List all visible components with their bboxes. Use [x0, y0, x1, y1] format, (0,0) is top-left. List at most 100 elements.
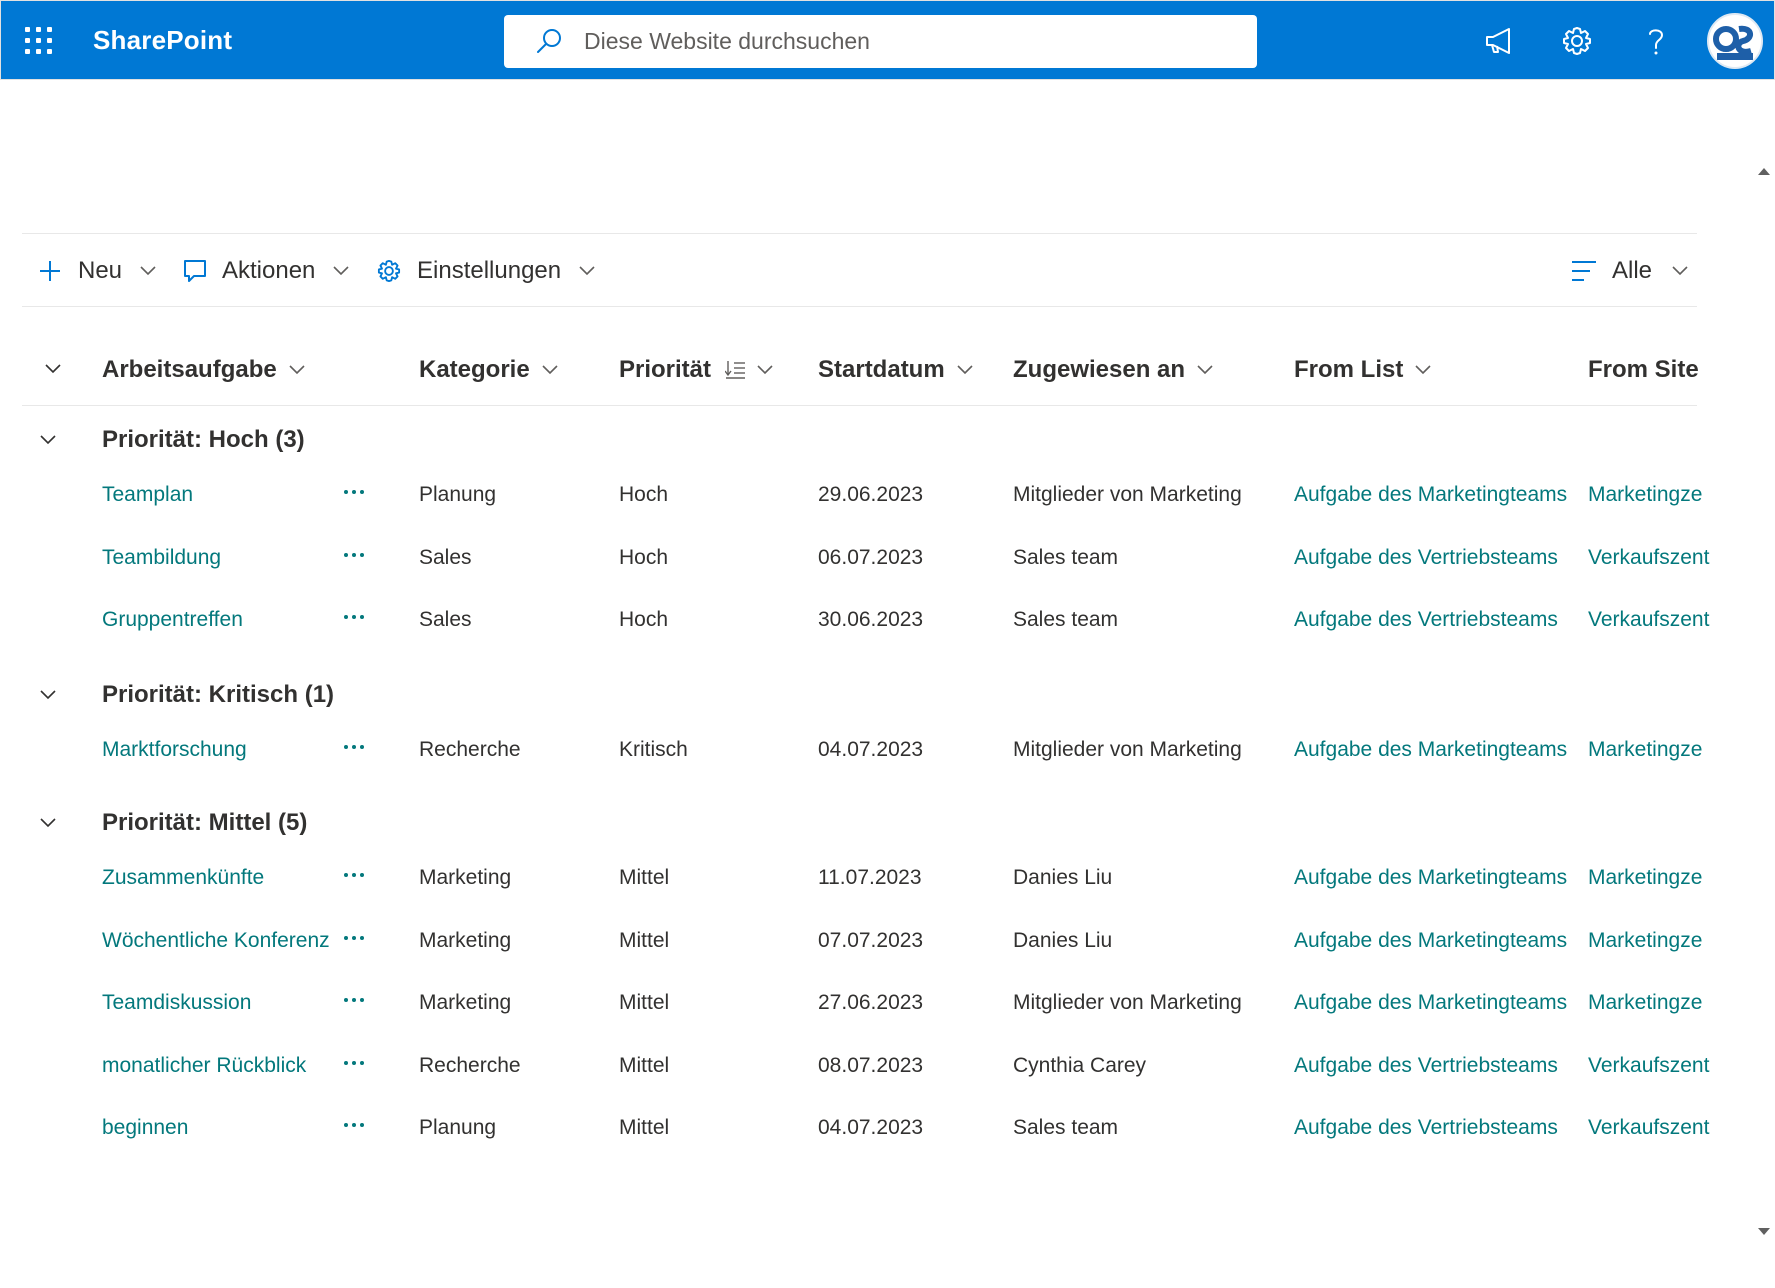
cell-from-list[interactable]: Aufgabe des Vertriebsteams	[1294, 527, 1584, 589]
chevron-down-icon[interactable]	[40, 435, 56, 445]
cell-task[interactable]: Marktforschung	[102, 719, 332, 781]
cell-priority: Kritisch	[619, 738, 688, 761]
cell-from-site[interactable]: Verkaufszent	[1588, 527, 1720, 589]
table-row[interactable]: Teambildung Sales Hoch 06.07.2023 Sales team…	[22, 527, 1709, 589]
more-actions-icon[interactable]	[344, 1123, 372, 1133]
cell-from-site[interactable]: Marketingze	[1588, 910, 1720, 972]
table-row[interactable]: Teamdiskussion Marketing Mittel 27.06.2023 M…	[22, 972, 1702, 1034]
column-header-kategorie[interactable]: Kategorie	[419, 352, 558, 388]
divider	[22, 306, 1697, 307]
cell-from-list[interactable]: Aufgabe des Marketingteams	[1294, 910, 1584, 972]
chevron-down-icon	[289, 365, 305, 375]
table-row[interactable]: Zusammenkünfte Marketing Mittel 11.07.2023 D…	[22, 847, 1702, 909]
cell-start: 06.07.2023	[818, 545, 924, 569]
cell-from-list[interactable]: Aufgabe des Marketingteams	[1294, 464, 1584, 526]
search-icon	[537, 29, 561, 53]
cell-task[interactable]: monatlicher Rückblick	[102, 1035, 332, 1097]
cell-task[interactable]: Teamdiskussion	[102, 972, 332, 1034]
new-button[interactable]: Neu	[38, 250, 156, 292]
help-icon[interactable]	[1638, 23, 1674, 59]
cell-category: Recherche	[419, 738, 521, 761]
more-actions-icon[interactable]	[344, 998, 372, 1008]
cell-from-site[interactable]: Marketingze	[1588, 719, 1720, 781]
table-row[interactable]: Gruppentreffen Sales Hoch 30.06.2023 Sales t…	[22, 589, 1709, 651]
more-actions-icon[interactable]	[344, 1060, 372, 1071]
group-title: Priorität: Hoch (3)	[102, 426, 305, 453]
cell-start: 11.07.2023	[818, 866, 922, 889]
group-header[interactable]: Priorität: Hoch (3)	[40, 420, 305, 460]
group-header[interactable]: Priorität: Mittel (5)	[40, 803, 307, 843]
cell-category: Marketing	[419, 991, 512, 1014]
scroll-up-icon[interactable]	[1758, 168, 1770, 175]
scroll-down-icon[interactable]	[1758, 1228, 1770, 1235]
column-header-prioritaet[interactable]: Priorität	[619, 352, 773, 388]
cell-from-list[interactable]: Aufgabe des Vertriebsteams	[1294, 1035, 1584, 1097]
actions-button[interactable]: Aktionen	[182, 250, 349, 292]
cell-category: Recherche	[419, 1053, 521, 1077]
collapse-all-chevron-icon[interactable]	[45, 364, 61, 374]
cell-start: 29.06.2023	[818, 483, 924, 506]
gear-icon[interactable]	[1559, 23, 1595, 59]
cell-task[interactable]: Teamplan	[102, 464, 332, 526]
scroll-track[interactable]	[1760, 188, 1766, 1288]
column-header-arbeitsaufgabe[interactable]: Arbeitsaufgabe	[102, 352, 305, 388]
megaphone-icon[interactable]	[1481, 23, 1517, 59]
more-actions-icon[interactable]	[344, 490, 372, 500]
cell-assigned: Mitglieder von Marketing	[1013, 738, 1242, 761]
cell-from-list[interactable]: Aufgabe des Marketingteams	[1294, 847, 1584, 909]
cell-from-site[interactable]: Verkaufszent	[1588, 589, 1720, 651]
cell-category: Planung	[419, 483, 497, 506]
waffle-icon[interactable]	[25, 27, 53, 55]
cell-priority: Hoch	[619, 483, 669, 506]
plus-icon	[40, 261, 60, 281]
cell-assigned: Mitglieder von Marketing	[1013, 991, 1242, 1014]
cell-from-list[interactable]: Aufgabe des Vertriebsteams	[1294, 1097, 1584, 1159]
more-actions-icon[interactable]	[344, 935, 372, 946]
more-actions-icon[interactable]	[344, 615, 372, 625]
table-row[interactable]: Marktforschung Recherche Kritisch 04.07.202…	[22, 719, 1702, 781]
column-header-startdatum[interactable]: Startdatum	[818, 352, 973, 388]
table-row[interactable]: monatlicher Rückblick Recherche Mittel 08.0…	[22, 1035, 1709, 1097]
cell-from-list[interactable]: Aufgabe des Marketingteams	[1294, 972, 1584, 1034]
view-list-icon	[1572, 261, 1596, 281]
group-header[interactable]: Priorität: Kritisch (1)	[40, 675, 334, 715]
table-row[interactable]: Wöchentliche Konferenz Marketing Mittel 07.…	[22, 910, 1702, 972]
chevron-down-icon[interactable]	[40, 818, 56, 828]
cell-from-site[interactable]: Verkaufszent	[1588, 1097, 1720, 1159]
cell-task[interactable]: Teambildung	[102, 527, 332, 589]
chevron-down-icon	[1197, 365, 1213, 375]
search-input[interactable]	[584, 23, 1224, 59]
vertical-scrollbar[interactable]	[1752, 80, 1775, 1288]
settings-button[interactable]: Einstellungen	[375, 250, 595, 292]
cell-priority: Mittel	[619, 928, 670, 952]
cell-category: Marketing	[419, 866, 512, 889]
cell-priority: Mittel	[619, 1053, 670, 1077]
cell-from-list[interactable]: Aufgabe des Marketingteams	[1294, 719, 1584, 781]
settings-label: Einstellungen	[417, 257, 562, 284]
table-row[interactable]: Teamplan Planung Hoch 29.06.2023 Mitglieder …	[22, 464, 1702, 526]
cell-from-site[interactable]: Marketingze	[1588, 972, 1720, 1034]
column-header-from-site[interactable]: From Site	[1588, 352, 1699, 388]
chevron-down-icon[interactable]	[40, 690, 56, 700]
cell-from-list[interactable]: Aufgabe des Vertriebsteams	[1294, 589, 1584, 651]
cell-task[interactable]: Wöchentliche Konferenz	[102, 910, 332, 972]
more-actions-icon[interactable]	[344, 745, 372, 755]
more-actions-icon[interactable]	[344, 873, 372, 883]
cell-from-site[interactable]: Marketingze	[1588, 464, 1720, 526]
cell-start: 08.07.2023	[818, 1053, 924, 1077]
more-actions-icon[interactable]	[344, 552, 372, 563]
cell-task[interactable]: Gruppentreffen	[102, 589, 332, 651]
app-name[interactable]: SharePoint	[93, 25, 232, 56]
column-header-zugewiesen-an[interactable]: Zugewiesen an	[1013, 352, 1213, 388]
table-row[interactable]: beginnen Planung Mittel 04.07.2023 Sales tea…	[22, 1097, 1709, 1159]
search-box[interactable]	[504, 15, 1257, 68]
avatar[interactable]	[1707, 13, 1763, 69]
cell-task[interactable]: Zusammenkünfte	[102, 847, 332, 909]
cell-priority: Hoch	[619, 608, 669, 631]
cell-from-site[interactable]: Verkaufszent	[1588, 1035, 1720, 1097]
view-selector[interactable]: Alle	[1570, 250, 1688, 292]
cell-task[interactable]: beginnen	[102, 1097, 332, 1159]
cell-from-site[interactable]: Marketingze	[1588, 847, 1720, 909]
cell-priority: Mittel	[619, 866, 670, 889]
column-header-from-list[interactable]: From List	[1294, 352, 1431, 388]
